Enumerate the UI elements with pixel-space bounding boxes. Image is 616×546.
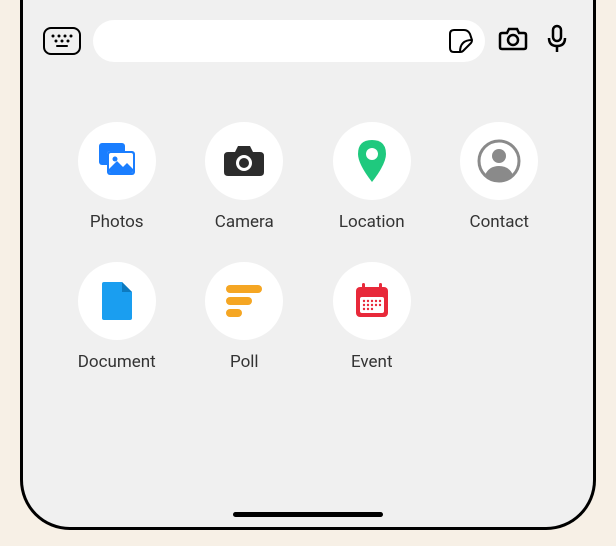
poll-icon (205, 262, 283, 340)
camera-icon (498, 26, 528, 56)
photos-icon (78, 122, 156, 200)
attachment-label: Camera (215, 212, 274, 232)
contact-icon (460, 122, 538, 200)
attachment-label: Location (339, 212, 405, 232)
home-indicator[interactable] (233, 512, 383, 517)
location-icon (333, 122, 411, 200)
attachment-photos[interactable]: Photos (63, 122, 171, 232)
attachment-label: Contact (470, 212, 529, 232)
attachment-document[interactable]: Document (63, 262, 171, 372)
camera-icon (205, 122, 283, 200)
attachment-grid: Photos Camera Location (23, 82, 593, 412)
attachment-label: Event (351, 352, 393, 372)
microphone-icon (546, 24, 568, 58)
keyboard-button[interactable] (43, 27, 81, 55)
attachment-poll[interactable]: Poll (191, 262, 299, 372)
document-icon (78, 262, 156, 340)
attachment-event[interactable]: Event (318, 262, 426, 372)
attachment-camera[interactable]: Camera (191, 122, 299, 232)
camera-button[interactable] (497, 25, 529, 57)
attachment-label: Photos (90, 212, 144, 232)
attachment-label: Document (78, 352, 156, 372)
microphone-button[interactable] (541, 25, 573, 57)
message-input-bar (23, 0, 593, 82)
message-input[interactable] (93, 20, 485, 62)
attachment-contact[interactable]: Contact (446, 122, 554, 232)
keyboard-icon (50, 32, 74, 51)
phone-frame: Photos Camera Location (20, 0, 596, 530)
sticker-icon[interactable] (447, 27, 475, 55)
attachment-label: Poll (230, 352, 259, 372)
event-icon (333, 262, 411, 340)
attachment-location[interactable]: Location (318, 122, 426, 232)
